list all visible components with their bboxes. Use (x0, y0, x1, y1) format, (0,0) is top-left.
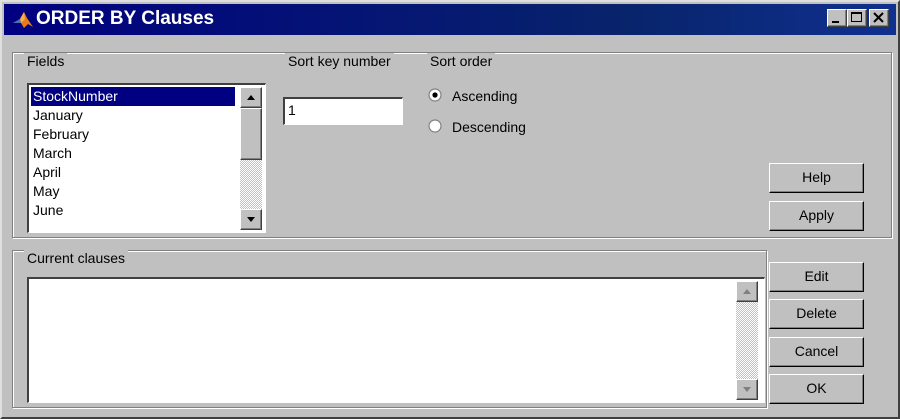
apply-button[interactable]: Apply (769, 201, 864, 231)
sort-key-number-label: Sort key number (285, 53, 394, 69)
radio-descending-label: Descending (452, 119, 526, 135)
order-by-dialog: ORDER BY Clauses Fields Sort key number … (0, 0, 900, 419)
arrow-up-icon (247, 95, 255, 100)
cancel-button[interactable]: Cancel (769, 337, 864, 367)
fields-scroll-thumb[interactable] (240, 108, 262, 160)
minimize-icon (832, 21, 839, 23)
clauses-scroll-track[interactable] (736, 302, 758, 379)
arrow-up-icon (743, 289, 751, 294)
arrow-down-icon (247, 217, 255, 222)
clauses-scrollbar[interactable] (736, 281, 758, 400)
minimize-button[interactable] (827, 9, 847, 27)
title-bar[interactable]: ORDER BY Clauses (4, 4, 896, 35)
radio-checked-icon (428, 88, 442, 102)
sort-key-number-input[interactable]: 1 (283, 97, 403, 125)
sort-order-label: Sort order (427, 53, 496, 69)
arrow-down-icon (743, 387, 751, 392)
current-clauses-label: Current clauses (24, 250, 129, 266)
fields-list-item[interactable]: April (31, 163, 235, 182)
help-button[interactable]: Help (769, 163, 864, 193)
maximize-icon (851, 12, 862, 22)
delete-button[interactable]: Delete (769, 299, 864, 329)
clauses-scroll-down-button[interactable] (736, 379, 758, 400)
clauses-scroll-up-button[interactable] (736, 281, 758, 302)
fields-list-item[interactable]: June (31, 201, 235, 220)
fields-list-item[interactable]: January (31, 106, 235, 125)
close-button[interactable] (869, 9, 889, 27)
radio-unchecked-icon (428, 119, 442, 133)
fields-list-item[interactable]: March (31, 144, 235, 163)
fields-scrollbar[interactable] (240, 87, 262, 230)
fields-label: Fields (24, 53, 68, 69)
fields-scroll-down-button[interactable] (240, 209, 262, 230)
fields-scroll-up-button[interactable] (240, 87, 262, 108)
window-title: ORDER BY Clauses (36, 8, 215, 29)
ok-button[interactable]: OK (769, 374, 864, 404)
fields-listbox[interactable]: StockNumber January February March April May J… (27, 83, 266, 233)
close-icon (873, 12, 884, 23)
fields-list-item[interactable]: February (31, 125, 235, 144)
current-clauses-listbox[interactable] (27, 277, 765, 403)
maximize-button[interactable] (847, 9, 867, 27)
radio-ascending-label: Ascending (452, 88, 518, 104)
matlab-logo-icon (13, 12, 33, 28)
fields-list-item[interactable]: StockNumber (31, 87, 235, 106)
fields-list-item[interactable]: May (31, 182, 235, 201)
edit-button[interactable]: Edit (769, 262, 864, 292)
